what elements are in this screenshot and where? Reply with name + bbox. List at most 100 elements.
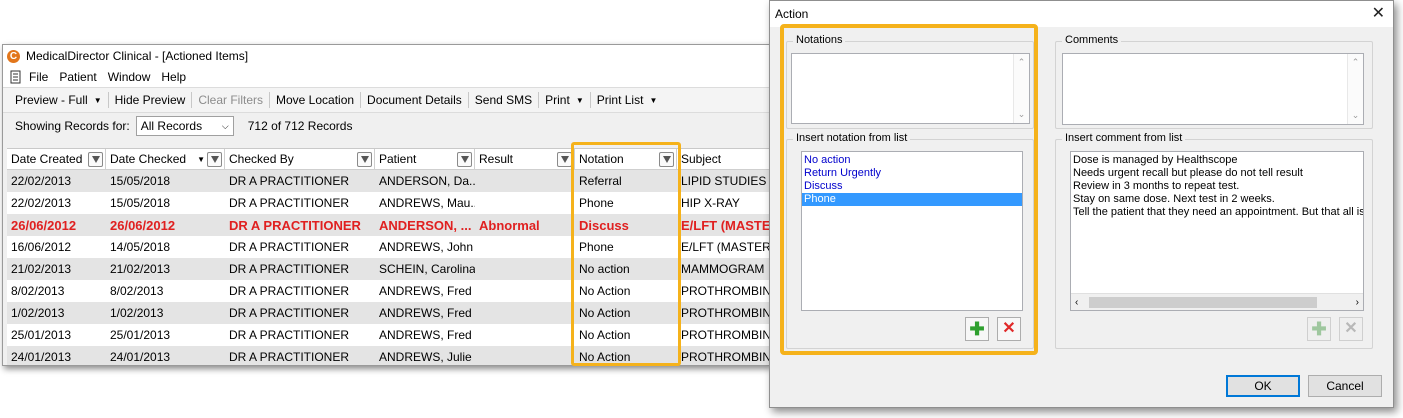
chevron-down-icon[interactable]: ⌄ xyxy=(1018,109,1026,120)
table-row[interactable]: 1/02/2013 1/02/2013 DR A PRACTITIONER ANDRE… xyxy=(7,302,769,324)
filter-icon[interactable] xyxy=(557,151,572,167)
comment-list-item[interactable]: Stay on same dose. Next test in 2 weeks. xyxy=(1071,193,1363,206)
cell-subject: E/LFT (MASTER) xyxy=(681,217,769,233)
column-header-date-created[interactable]: Date Created xyxy=(7,149,106,169)
table-row[interactable]: 22/02/2013 15/05/2018 DR A PRACTITIONER AND… xyxy=(7,192,769,214)
chevron-up-icon[interactable]: ⌃ xyxy=(1018,57,1026,68)
column-header-notation[interactable]: Notation xyxy=(575,149,677,169)
comment-list-item[interactable]: Review in 3 months to repeat test. xyxy=(1071,180,1363,193)
cell-date-checked: 25/01/2013 xyxy=(110,328,171,342)
comments-scrollbar[interactable]: ⌃ ⌄ xyxy=(1347,54,1363,124)
notation-list-item[interactable]: No action xyxy=(802,154,1022,167)
dropdown-caret-icon[interactable]: ▼ xyxy=(576,96,584,105)
cell-date-checked: 26/06/2012 xyxy=(110,217,176,233)
ok-button[interactable]: OK xyxy=(1226,375,1300,397)
cell-result xyxy=(475,258,575,280)
table-row[interactable]: 26/06/2012 26/06/2012 DR A PRACTITIONER AND… xyxy=(7,214,769,236)
cell-result xyxy=(475,324,575,346)
menu-help[interactable]: Help xyxy=(161,70,186,84)
notation-list-item[interactable]: Return Urgently xyxy=(802,167,1022,180)
cell-patient: ANDREWS, Fred xyxy=(379,328,472,342)
dropdown-caret-icon[interactable]: ▼ xyxy=(649,96,657,105)
preview-full-button[interactable]: Preview - Full ▼ xyxy=(9,92,109,108)
notation-list-item[interactable]: Phone xyxy=(802,193,1022,206)
table-row[interactable]: 22/02/2013 15/05/2018 DR A PRACTITIONER AND… xyxy=(7,170,769,192)
cancel-button[interactable]: Cancel xyxy=(1308,375,1382,397)
table-row[interactable]: 21/02/2013 21/02/2013 DR A PRACTITIONER SCH… xyxy=(7,258,769,280)
column-header-date-checked[interactable]: Date Checked ▼ xyxy=(106,149,225,169)
comment-list-item[interactable]: Needs urgent recall but please do not te… xyxy=(1071,167,1363,180)
table-row[interactable]: 24/01/2013 24/01/2013 DR A PRACTITIONER AND… xyxy=(7,346,769,365)
cell-patient: ANDREWS, Fred xyxy=(379,284,472,298)
table-row[interactable]: 8/02/2013 8/02/2013 DR A PRACTITIONER ANDRE… xyxy=(7,280,769,302)
menu-file[interactable]: File xyxy=(29,70,48,84)
cell-notation: No action xyxy=(579,262,630,276)
move-location-button[interactable]: Move Location xyxy=(270,92,362,108)
cell-subject: E/LFT (MASTER) xyxy=(681,240,769,254)
remove-comment-button[interactable]: ✕ xyxy=(1339,317,1363,341)
comment-listbox[interactable]: Dose is managed by Healthscope Needs urge… xyxy=(1070,151,1364,311)
column-header-patient[interactable]: Patient xyxy=(375,149,475,169)
filter-icon[interactable] xyxy=(207,151,222,167)
cell-patient: SCHEIN, Carolina xyxy=(379,262,475,276)
chevron-down-icon[interactable]: ⌄ xyxy=(1352,110,1360,121)
delete-x-icon: ✕ xyxy=(1002,320,1016,337)
chevron-left-icon[interactable]: ‹ xyxy=(1075,297,1078,308)
filter-icon[interactable] xyxy=(457,151,472,167)
filter-icon[interactable] xyxy=(357,151,372,167)
notations-scrollbar[interactable]: ⌃ ⌄ xyxy=(1013,54,1029,123)
cell-checked-by: DR A PRACTITIONER xyxy=(229,284,350,298)
filter-icon[interactable] xyxy=(659,151,674,167)
cell-date-checked: 1/02/2013 xyxy=(110,306,164,320)
cell-subject: PROTHROMBIN C xyxy=(681,284,769,298)
comments-textarea[interactable]: ⌃ ⌄ xyxy=(1062,53,1364,125)
records-filter-select[interactable]: All Records ⌵ xyxy=(135,116,234,136)
column-header-result[interactable]: Result xyxy=(475,149,575,169)
delete-x-icon: ✕ xyxy=(1344,320,1358,337)
showing-records-label: Showing Records for: xyxy=(15,119,130,133)
chevron-right-icon[interactable]: › xyxy=(1356,297,1359,308)
main-titlebar: C MedicalDirector Clinical - [Actioned I… xyxy=(3,45,769,67)
cell-date-checked: 8/02/2013 xyxy=(110,284,164,298)
dropdown-caret-icon[interactable]: ▼ xyxy=(94,96,102,105)
dialog-titlebar: Action ✕ xyxy=(770,1,1393,27)
cell-result xyxy=(475,302,575,324)
comments-label: Comments xyxy=(1062,34,1122,46)
table-row[interactable]: 16/06/2012 14/05/2018 DR A PRACTITIONER AND… xyxy=(7,236,769,258)
cell-date-created: 26/06/2012 xyxy=(11,217,77,233)
notations-textarea[interactable]: ⌃ ⌄ xyxy=(791,53,1030,124)
column-header-checked-by[interactable]: Checked By xyxy=(225,149,375,169)
comment-list-item[interactable]: Tell the patient that they need an appoi… xyxy=(1071,206,1363,219)
close-icon[interactable]: ✕ xyxy=(1372,6,1385,22)
add-notation-button[interactable]: ✚ xyxy=(965,317,989,341)
comment-list-hscrollbar[interactable]: ‹ › xyxy=(1071,293,1363,310)
notation-list-item[interactable]: Discuss xyxy=(802,180,1022,193)
document-details-button[interactable]: Document Details xyxy=(361,92,469,108)
menu-window[interactable]: Window xyxy=(108,70,151,84)
filter-icon[interactable] xyxy=(88,151,103,167)
menu-patient[interactable]: Patient xyxy=(59,70,96,84)
chevron-up-icon[interactable]: ⌃ xyxy=(1352,57,1360,68)
table-row[interactable]: 25/01/2013 25/01/2013 DR A PRACTITIONER AND… xyxy=(7,324,769,346)
hide-preview-button[interactable]: Hide Preview xyxy=(109,92,193,108)
cell-result xyxy=(475,192,575,214)
send-sms-button[interactable]: Send SMS xyxy=(469,92,540,108)
cell-date-created: 21/02/2013 xyxy=(11,262,72,276)
add-comment-button[interactable]: ✚ xyxy=(1307,317,1331,341)
print-list-button[interactable]: Print List ▼ xyxy=(591,92,664,108)
actioned-items-grid: Date Created Date Checked ▼ Checked By Pa… xyxy=(7,148,769,365)
cell-result xyxy=(475,170,575,192)
clear-filters-button[interactable]: Clear Filters xyxy=(192,92,270,108)
cell-notation: No Action xyxy=(579,328,631,342)
column-header-subject[interactable]: Subject xyxy=(677,149,769,169)
cell-date-checked: 24/01/2013 xyxy=(110,350,171,364)
print-button[interactable]: Print ▼ xyxy=(539,92,591,108)
cell-notation: Phone xyxy=(579,240,614,254)
document-icon[interactable] xyxy=(9,70,23,84)
scrollbar-thumb[interactable] xyxy=(1089,297,1317,308)
cell-subject: HIP X-RAY xyxy=(681,196,740,210)
notation-listbox[interactable]: No action Return Urgently Discuss Phone xyxy=(801,151,1023,311)
comment-list-item[interactable]: Dose is managed by Healthscope xyxy=(1071,154,1363,167)
cell-checked-by: DR A PRACTITIONER xyxy=(229,174,350,188)
remove-notation-button[interactable]: ✕ xyxy=(997,317,1021,341)
